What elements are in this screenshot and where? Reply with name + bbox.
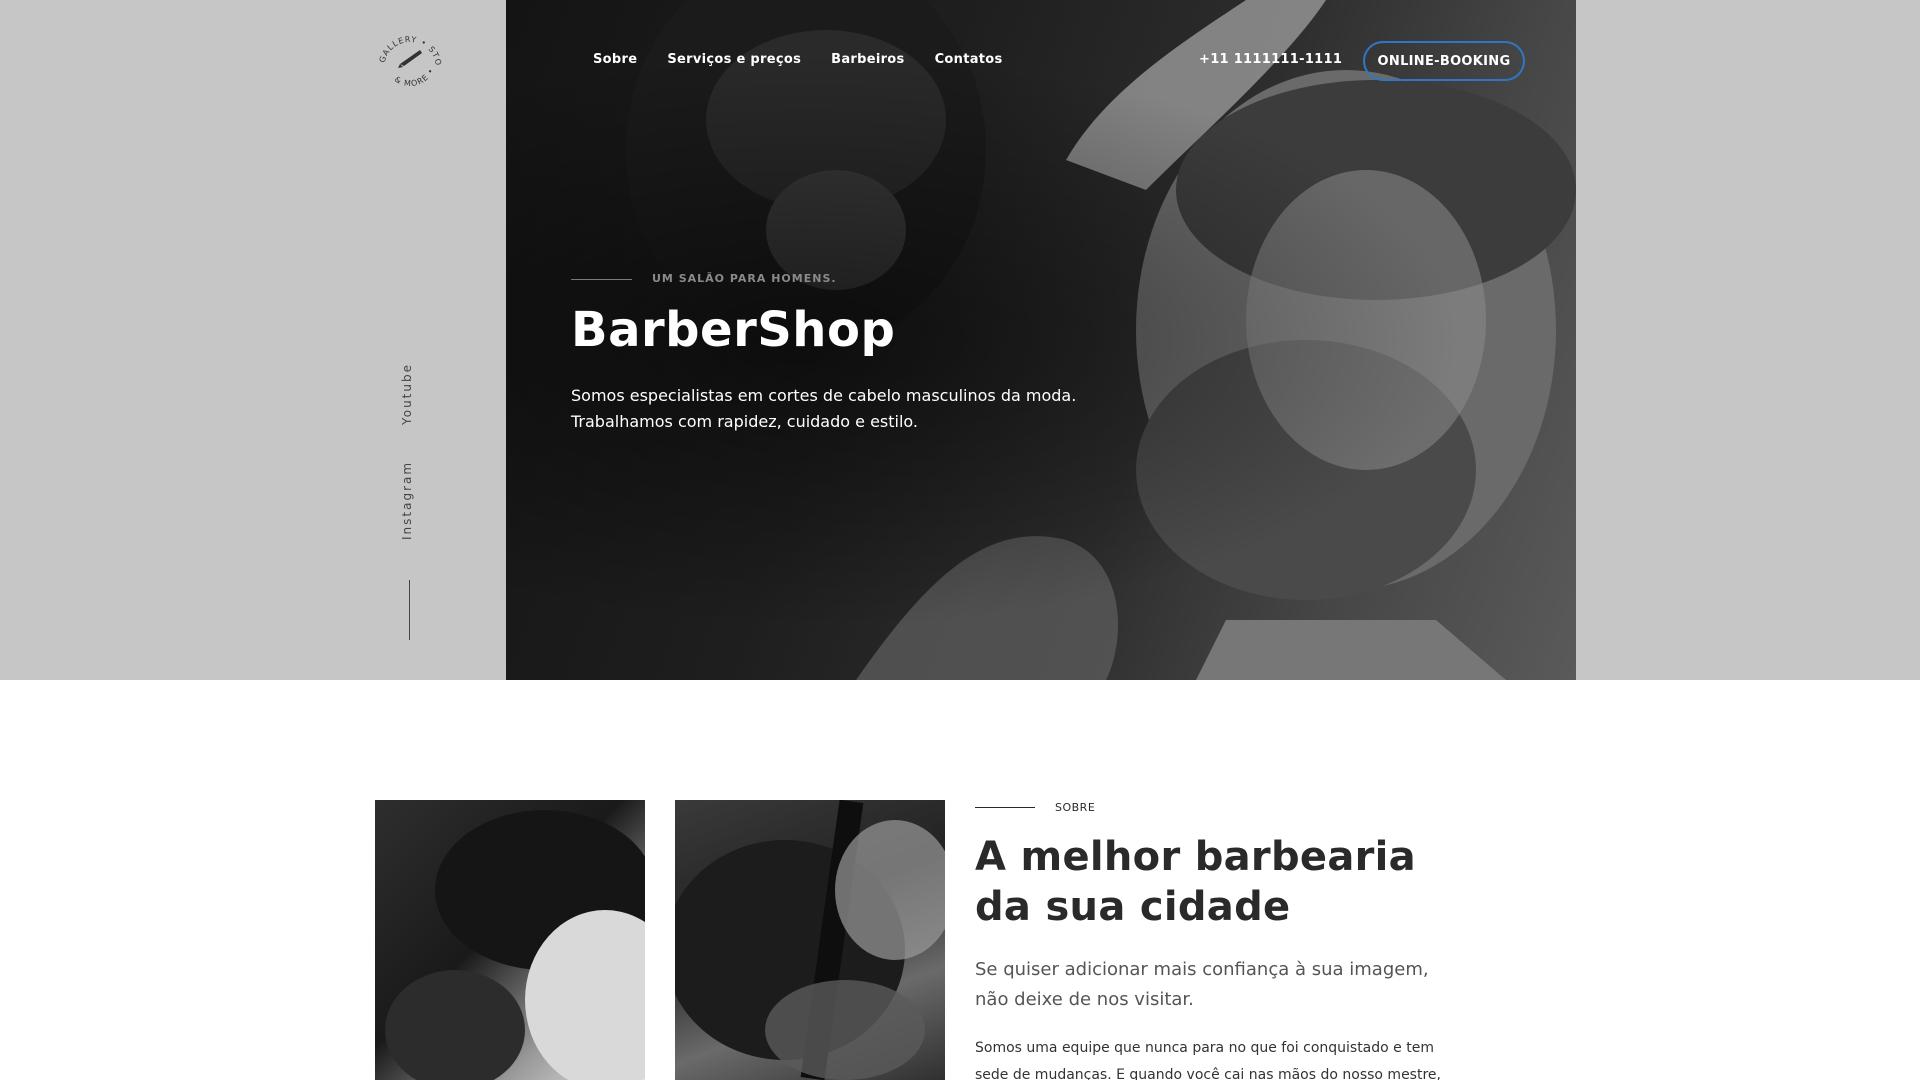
main-nav: Sobre Serviços e preços Barbeiros Contat… [593, 52, 1003, 67]
hero-title: BarberShop [571, 302, 896, 358]
hero-description-line2: Trabalhamos com rapidez, cuidado e estil… [571, 412, 919, 431]
about-subtitle-line2: não deixe de nos visitar. [975, 989, 1194, 1010]
beard-trim-illustration [385, 810, 645, 1080]
hero-description-line1: Somos especialistas em cortes de cabelo … [571, 386, 1077, 405]
nav-item-servicos[interactable]: Serviços e preços [667, 52, 801, 67]
about-body-line2: sede de mudanças. E quando você cai nas … [975, 1067, 1441, 1080]
youtube-link[interactable]: Youtube [400, 363, 414, 425]
online-booking-button[interactable]: ONLINE-BOOKING [1363, 41, 1525, 81]
hero-eyebrow-line [571, 279, 632, 280]
about-eyebrow-line [975, 807, 1035, 808]
nav-item-contatos[interactable]: Contatos [935, 52, 1003, 67]
about-title-line2: da sua cidade [975, 884, 1291, 930]
about-body-line1: Somos uma equipe que nunca para no que f… [975, 1040, 1434, 1056]
nav-item-barbeiros[interactable]: Barbeiros [831, 52, 904, 67]
about-title: A melhor barbearia da sua cidade [975, 832, 1495, 932]
about-body: Somos uma equipe que nunca para no que f… [975, 1035, 1445, 1080]
logo-text-bottom: & MORE • [393, 66, 435, 88]
gallery-image-haircut [675, 800, 945, 1080]
about-eyebrow: SOBRE [1055, 801, 1096, 814]
phone-number[interactable]: +11 1111111-1111 [1199, 52, 1342, 67]
haircut-illustration [675, 800, 945, 1080]
about-subtitle-line1: Se quiser adicionar mais confiança à sua… [975, 959, 1429, 980]
social-divider-line [409, 580, 410, 640]
logo[interactable]: GALLERY • STORE & MORE • [367, 21, 450, 92]
nav-item-sobre[interactable]: Sobre [593, 52, 637, 67]
svg-text:& MORE •: & MORE • [393, 66, 436, 88]
about-subtitle: Se quiser adicionar mais confiança à sua… [975, 955, 1455, 1015]
gallery-image-beard-trim [375, 800, 645, 1080]
hero-eyebrow: UM SALÃO PARA HOMENS. [652, 272, 837, 285]
razor-logo-icon: GALLERY • STORE & MORE • [367, 21, 442, 88]
about-title-line1: A melhor barbearia [975, 834, 1416, 880]
instagram-link[interactable]: Instagram [400, 461, 414, 540]
hero-description: Somos especialistas em cortes de cabelo … [571, 383, 1091, 435]
